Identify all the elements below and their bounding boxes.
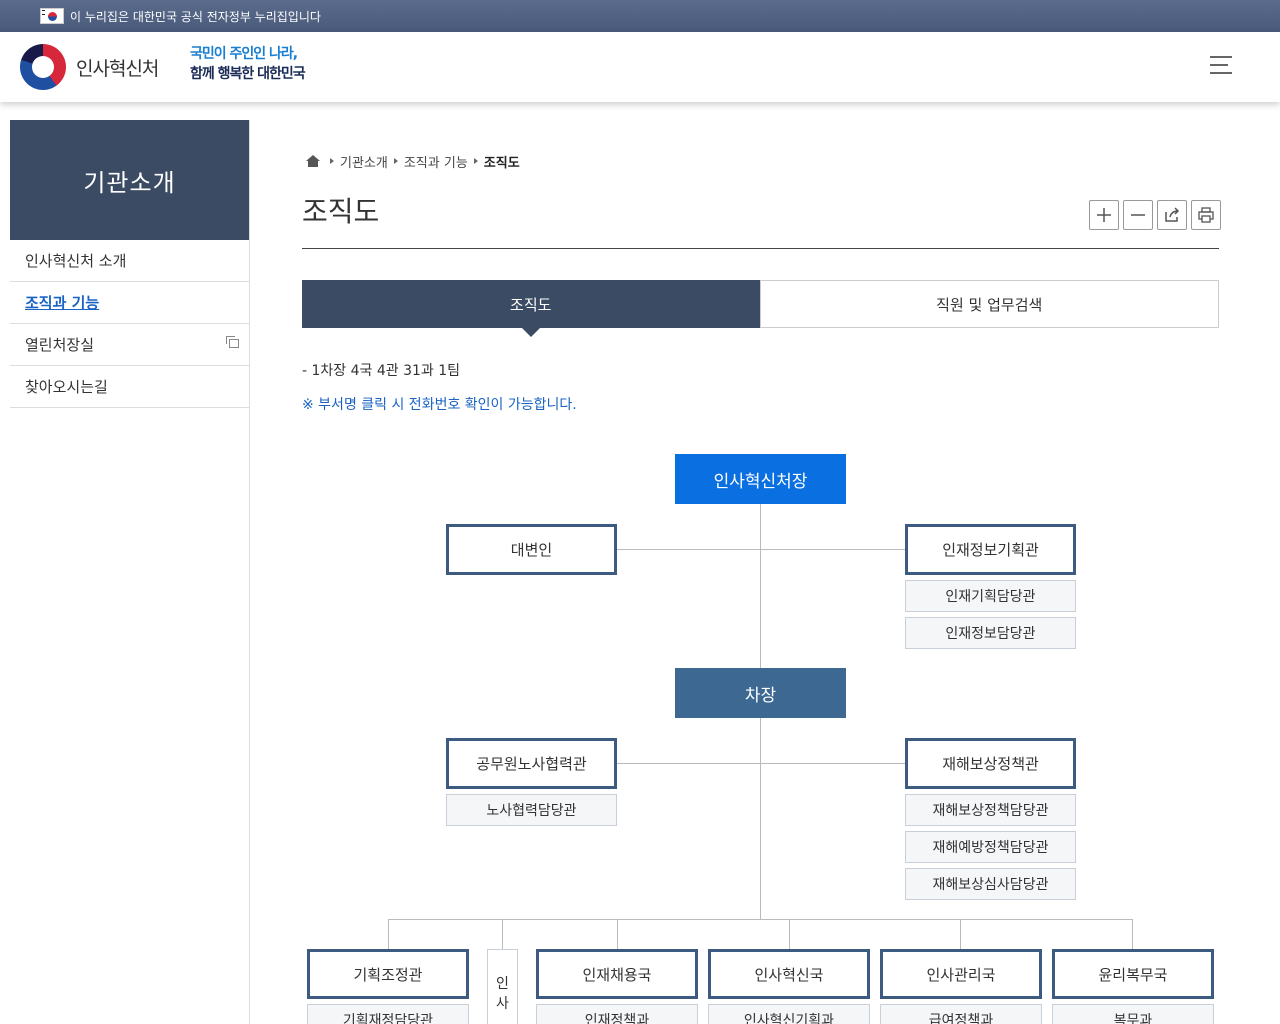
- org-connector-line: [388, 919, 1133, 920]
- hamburger-menu-icon[interactable]: [1210, 56, 1240, 78]
- org-connector-line: [616, 549, 906, 550]
- gov-banner: 이 누리집은 대한민국 공식 전자정부 누리집입니다: [0, 0, 1280, 32]
- org-node-vertical[interactable]: 인 사: [487, 949, 518, 1024]
- org-node-bureau[interactable]: 인사혁신국: [708, 949, 870, 999]
- share-button[interactable]: [1157, 200, 1187, 230]
- org-node-vice-minister[interactable]: 차장: [675, 668, 846, 718]
- breadcrumb-separator-icon: [330, 158, 334, 164]
- vertical-char: 인: [496, 976, 509, 992]
- org-node-sub[interactable]: 재해보상정책담당관: [905, 794, 1076, 826]
- site-header: 인사혁신처 국민이 주인인 나라, 함께 행복한 대한민국: [0, 32, 1280, 102]
- title-divider: [302, 248, 1219, 249]
- tab-bar: 조직도 직원 및 업무검색: [302, 280, 1219, 337]
- tab-org-chart[interactable]: 조직도: [302, 280, 760, 337]
- slogan-line-2: 함께 행복한 대한민국: [190, 66, 306, 82]
- print-button[interactable]: [1191, 200, 1221, 230]
- org-node-disaster-compensation[interactable]: 재해보상정책관: [905, 738, 1076, 789]
- print-icon: [1198, 207, 1214, 223]
- org-branch-line: [388, 919, 389, 950]
- zoom-in-button[interactable]: [1089, 200, 1119, 230]
- breadcrumb-current: 조직도: [483, 155, 520, 171]
- org-node-sub[interactable]: 노사협력담당관: [446, 794, 617, 826]
- org-node-sub[interactable]: 기획재정담당관: [307, 1004, 469, 1024]
- org-branch-line: [1132, 919, 1133, 950]
- breadcrumb-separator-icon: [393, 158, 398, 164]
- org-node-labor-relations[interactable]: 공무원노사협력관: [446, 738, 617, 789]
- org-node-minister[interactable]: 인사혁신처장: [675, 454, 846, 504]
- org-node-sub[interactable]: 복무과: [1052, 1004, 1214, 1024]
- slogan-line-1: 국민이 주인인 나라,: [190, 46, 298, 62]
- sidebar-item-label: 조직과 기능: [25, 294, 100, 312]
- site-logo-text[interactable]: 인사혁신처: [76, 54, 159, 81]
- org-branch-line: [617, 919, 618, 950]
- phone-notice: ※ 부서명 클릭 시 전화번호 확인이 가능합니다.: [302, 397, 577, 413]
- org-branch-line: [502, 919, 503, 950]
- org-connector-line: [616, 763, 906, 764]
- sidebar: 기관소개 인사혁신처 소개 조직과 기능 열린처장실 찾아오시는길: [10, 120, 250, 1024]
- slogan: 국민이 주인인 나라, 함께 행복한 대한민국: [190, 44, 306, 84]
- org-node-spokesperson[interactable]: 대변인: [446, 524, 617, 575]
- org-node-bureau[interactable]: 윤리복무국: [1052, 949, 1214, 999]
- sidebar-item-minister-office[interactable]: 열린처장실: [10, 324, 249, 366]
- org-node-sub[interactable]: 인재기획담당관: [905, 580, 1076, 612]
- breadcrumb-item[interactable]: 조직과 기능: [404, 152, 468, 171]
- org-node-bureau[interactable]: 인재채용국: [536, 949, 698, 999]
- org-node-sub[interactable]: 인사혁신기획과: [708, 1004, 870, 1024]
- org-summary: - 1차장 4국 4관 31과 1팀: [302, 363, 461, 379]
- sidebar-item-label: 찾아오시는길: [25, 378, 108, 396]
- page-title: 조직도: [302, 195, 380, 228]
- org-node-sub[interactable]: 재해예방정책담당관: [905, 831, 1076, 863]
- org-node-sub[interactable]: 재해보상심사담당관: [905, 868, 1076, 900]
- page-tools: [1089, 200, 1221, 230]
- plus-icon: [1097, 208, 1111, 222]
- tab-label: 조직도: [510, 295, 552, 314]
- sidebar-item-label: 인사혁신처 소개: [25, 252, 127, 270]
- org-node-bureau[interactable]: 기획조정관: [307, 949, 469, 999]
- org-node-sub[interactable]: 인재정책과: [536, 1004, 698, 1024]
- sidebar-title: 기관소개: [10, 120, 249, 240]
- sidebar-item-organization[interactable]: 조직과 기능: [10, 282, 249, 324]
- org-node-sub[interactable]: 인재정보담당관: [905, 617, 1076, 649]
- new-window-icon: [226, 336, 239, 348]
- org-branch-line: [960, 919, 961, 950]
- sidebar-item-intro[interactable]: 인사혁신처 소개: [10, 240, 249, 282]
- sidebar-item-label: 열린처장실: [25, 336, 95, 354]
- minus-icon: [1131, 214, 1145, 216]
- sidebar-item-directions[interactable]: 찾아오시는길: [10, 366, 249, 408]
- government-emblem-icon[interactable]: [20, 44, 66, 90]
- breadcrumb-item[interactable]: 기관소개: [340, 152, 388, 171]
- org-node-talent-info-planning[interactable]: 인재정보기획관: [905, 524, 1076, 575]
- breadcrumb-separator-icon: [473, 158, 478, 164]
- zoom-out-button[interactable]: [1123, 200, 1153, 230]
- gov-banner-text: 이 누리집은 대한민국 공식 전자정부 누리집입니다: [70, 9, 321, 24]
- tab-label: 직원 및 업무검색: [936, 295, 1043, 314]
- org-branch-line: [789, 919, 790, 950]
- breadcrumb: 기관소개 조직과 기능 조직도: [306, 152, 520, 171]
- home-icon[interactable]: [306, 155, 320, 167]
- korea-flag-icon: [40, 8, 64, 24]
- tab-staff-search[interactable]: 직원 및 업무검색: [759, 280, 1219, 328]
- org-node-bureau[interactable]: 인사관리국: [880, 949, 1042, 999]
- vertical-char: 사: [496, 996, 509, 1012]
- org-node-sub[interactable]: 급여정책과: [880, 1004, 1042, 1024]
- share-icon: [1165, 207, 1180, 222]
